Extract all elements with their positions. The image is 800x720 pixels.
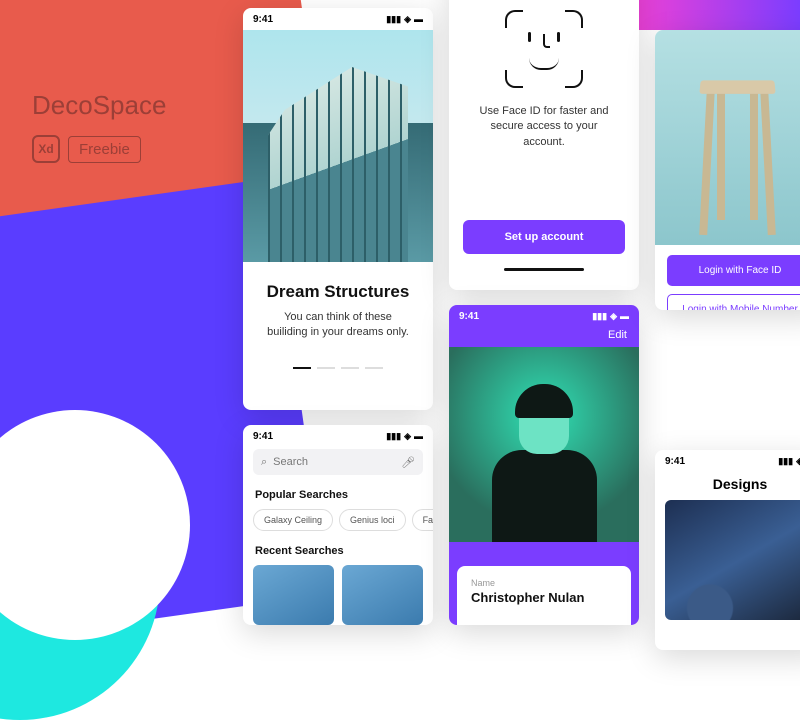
signal-icon: ▮▮▮: [386, 431, 401, 442]
status-time: 9:41: [459, 311, 479, 322]
setup-account-button[interactable]: Set up account: [463, 220, 625, 254]
name-field-label: Name: [471, 578, 617, 588]
search-input[interactable]: ⌕ Search 🎤︎: [253, 449, 423, 475]
hero-image-building: [243, 30, 433, 262]
screen-faceid-setup: Use Face ID for faster and secure access…: [449, 0, 639, 290]
designs-title: Designs: [655, 472, 800, 500]
status-time: 9:41: [253, 14, 273, 25]
signal-icon: ▮▮▮: [386, 14, 401, 25]
screen-search: 9:41 ▮▮▮◈▬ ⌕ Search 🎤︎ Popular Searches …: [243, 425, 433, 625]
popular-searches-label: Popular Searches: [243, 485, 433, 505]
login-faceid-button[interactable]: Login with Face ID: [667, 255, 800, 286]
battery-icon: ▬: [620, 311, 629, 321]
faceid-description: Use Face ID for faster and secure access…: [449, 104, 639, 150]
status-bar: 9:41 ▮▮▮◈▬: [449, 305, 639, 327]
profile-card: Name Christopher Nulan: [457, 566, 631, 625]
screen-dream-structures: 9:41 ▮▮▮ ◈ ▬ Dream Structures You can th…: [243, 8, 433, 410]
logo-area: DecoSpace Xd Freebie: [32, 90, 166, 163]
home-indicator[interactable]: [504, 268, 584, 271]
search-placeholder: Search: [273, 456, 308, 468]
signal-icon: ▮▮▮: [778, 456, 793, 467]
chip-genius-loci[interactable]: Genius loci: [339, 509, 406, 531]
screen-login: Login with Face ID Login with Mobile Num…: [655, 30, 800, 310]
status-time: 9:41: [665, 456, 685, 467]
battery-icon: ▬: [414, 14, 423, 24]
wifi-icon: ◈: [404, 431, 411, 442]
recent-searches-label: Recent Searches: [243, 541, 433, 561]
wifi-icon: ◈: [610, 311, 617, 322]
status-bar: 9:41 ▮▮▮◈▬: [243, 425, 433, 447]
hero-image-stool: [655, 30, 800, 245]
status-bar: 9:41 ▮▮▮◈▬: [655, 450, 800, 472]
design-hero-image[interactable]: [665, 500, 800, 620]
mic-icon[interactable]: 🎤︎: [401, 456, 415, 469]
onboarding-text: You can think of these builiding in your…: [243, 310, 433, 341]
wifi-icon: ◈: [404, 14, 411, 25]
onboarding-title: Dream Structures: [253, 282, 423, 302]
screen-designs: 9:41 ▮▮▮◈▬ Designs: [655, 450, 800, 650]
status-time: 9:41: [253, 431, 273, 442]
page-indicator[interactable]: [243, 367, 433, 369]
product-title: DecoSpace: [32, 90, 166, 121]
battery-icon: ▬: [414, 431, 423, 441]
signal-icon: ▮▮▮: [592, 311, 607, 322]
freebie-badge: Freebie: [68, 136, 141, 163]
profile-name: Christopher Nulan: [471, 590, 617, 605]
faceid-icon: [505, 10, 583, 88]
recent-thumb[interactable]: [342, 565, 423, 625]
edit-button[interactable]: Edit: [449, 327, 639, 347]
login-mobile-button[interactable]: Login with Mobile Number: [667, 294, 800, 310]
chip-galaxy-ceiling[interactable]: Galaxy Ceiling: [253, 509, 333, 531]
xd-icon: Xd: [32, 135, 60, 163]
chip-facade[interactable]: Facade: [412, 509, 433, 531]
profile-photo: [449, 347, 639, 542]
recent-thumb[interactable]: [253, 565, 334, 625]
status-bar: 9:41 ▮▮▮ ◈ ▬: [243, 8, 433, 30]
search-icon: ⌕: [261, 456, 267, 469]
wifi-icon: ◈: [796, 456, 800, 467]
screen-profile: 9:41 ▮▮▮◈▬ Edit Name Christopher Nulan: [449, 305, 639, 625]
